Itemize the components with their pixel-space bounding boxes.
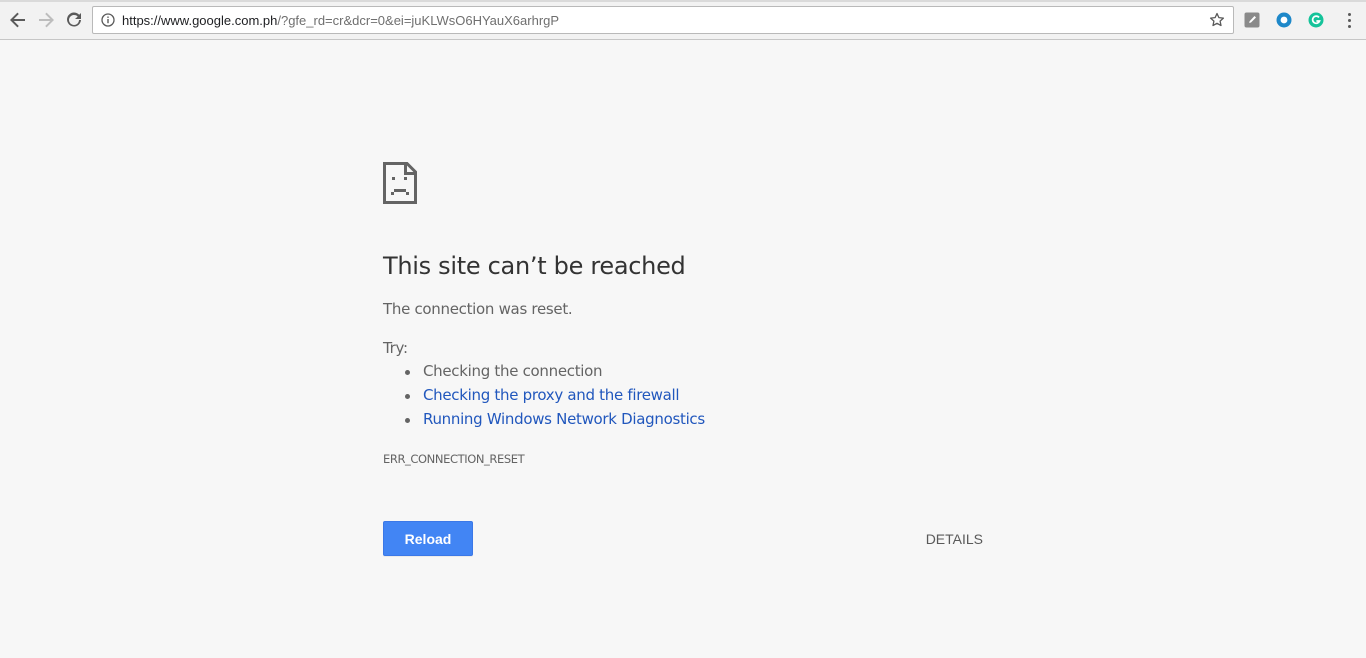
reload-icon [67, 12, 81, 27]
extension-icon [1244, 12, 1260, 28]
error-title: This site can’t be reached [383, 252, 686, 280]
suggestion-network-diagnostics-link[interactable]: Running Windows Network Diagnostics [403, 410, 705, 434]
grammarly-button[interactable] [1307, 11, 1325, 29]
suggestion-check-proxy-link[interactable]: Checking the proxy and the firewall [403, 386, 705, 410]
address-bar[interactable]: https://www.google.com.ph/?gfe_rd=cr&dcr… [92, 6, 1234, 34]
suggestions-list: Checking the connection Checking the pro… [403, 362, 705, 434]
forward-arrow-icon [39, 12, 54, 28]
site-info-button[interactable] [96, 8, 120, 32]
circle-extension-button[interactable] [1275, 11, 1293, 29]
menu-dot [1347, 18, 1351, 22]
back-button[interactable] [6, 8, 30, 32]
suggestion-check-connection: Checking the connection [403, 362, 705, 386]
extension-button[interactable] [1243, 11, 1261, 29]
star-icon [1209, 12, 1225, 27]
grammarly-icon [1308, 12, 1324, 28]
error-description: The connection was reset. [383, 300, 573, 318]
info-icon [101, 13, 115, 27]
circle-extension-icon [1276, 12, 1292, 28]
bookmark-button[interactable] [1207, 10, 1227, 30]
forward-button[interactable] [34, 8, 58, 32]
details-button[interactable]: DETAILS [919, 521, 983, 556]
back-arrow-icon [10, 12, 25, 28]
sad-page-icon [383, 162, 417, 204]
tab-strip-edge [0, 0, 1366, 2]
url-path: /?gfe_rd=cr&dcr=0&ei=juKLWsO6HYauX6arhrg… [277, 12, 560, 28]
reload-button[interactable]: Reload [383, 521, 473, 556]
reload-toolbar-button[interactable] [62, 8, 86, 32]
menu-dot [1347, 24, 1351, 28]
url-host: https://www.google.com.ph [122, 12, 278, 28]
browser-menu-button[interactable] [1340, 9, 1358, 31]
error-code: ERR_CONNECTION_RESET [383, 452, 525, 466]
try-label: Try: [383, 339, 408, 357]
browser-toolbar: https://www.google.com.ph/?gfe_rd=cr&dcr… [0, 0, 1366, 40]
url-text[interactable]: https://www.google.com.ph/?gfe_rd=cr&dcr… [122, 13, 559, 28]
menu-dots-icon [1347, 12, 1351, 16]
